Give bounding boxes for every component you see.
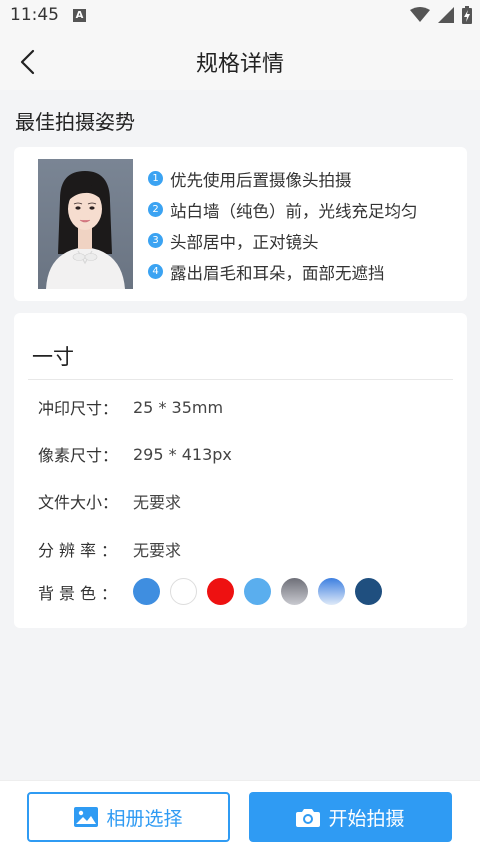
album-select-label: 相册选择 bbox=[106, 807, 183, 830]
tip-item: 2 站白墙（纯色）前，光线充足均匀 bbox=[148, 194, 418, 225]
section-title: 最佳拍摄姿势 bbox=[15, 110, 135, 134]
tip-item: 3 头部居中，正对镜头 bbox=[148, 225, 418, 256]
tip-text: 头部居中，正对镜头 bbox=[170, 232, 319, 252]
start-shooting-button[interactable]: 开始拍摄 bbox=[249, 792, 452, 842]
image-icon bbox=[74, 807, 99, 827]
status-time: 11:45 bbox=[10, 5, 59, 25]
bottom-action-bar: 相册选择 开始拍摄 bbox=[0, 780, 480, 853]
background-color-swatches bbox=[133, 578, 382, 605]
spec-label: 冲印尺寸： bbox=[38, 399, 119, 418]
spec-label: 文件大小： bbox=[38, 493, 119, 512]
spec-card: 一寸 冲印尺寸： 25 * 35mm 像素尺寸： 295 * 413px 文件大… bbox=[14, 313, 467, 628]
spec-label: 像素尺寸： bbox=[38, 446, 119, 465]
tip-number-badge: 3 bbox=[148, 233, 163, 248]
color-swatch-red[interactable] bbox=[207, 578, 234, 605]
spec-label: 分辨率： bbox=[38, 541, 123, 560]
tip-item: 1 优先使用后置摄像头拍摄 bbox=[148, 163, 418, 194]
tip-number-badge: 4 bbox=[148, 264, 163, 279]
tip-item: 4 露出眉毛和耳朵，面部无遮挡 bbox=[148, 256, 418, 287]
color-swatch-light-blue[interactable] bbox=[244, 578, 271, 605]
tip-text: 露出眉毛和耳朵，面部无遮挡 bbox=[170, 263, 385, 283]
pose-card: 1 优先使用后置摄像头拍摄 2 站白墙（纯色）前，光线充足均匀 3 头部居中，正… bbox=[14, 147, 467, 301]
camera-icon bbox=[296, 809, 321, 827]
page-title: 规格详情 bbox=[195, 52, 284, 77]
tip-number-badge: 2 bbox=[148, 202, 163, 217]
spec-value: 25 * 35mm bbox=[133, 397, 224, 417]
battery-icon bbox=[462, 6, 472, 24]
tip-text: 优先使用后置摄像头拍摄 bbox=[170, 170, 352, 190]
color-swatch-dark-blue[interactable] bbox=[355, 578, 382, 605]
spec-label: 背景色： bbox=[38, 583, 123, 603]
sample-portrait-photo bbox=[38, 159, 133, 289]
spec-title: 一寸 bbox=[32, 345, 74, 369]
wifi-icon bbox=[410, 7, 430, 22]
signal-icon bbox=[438, 7, 454, 23]
tip-text: 站白墙（纯色）前，光线充足均匀 bbox=[170, 201, 418, 221]
spec-row-background: 背景色： bbox=[38, 578, 382, 605]
pose-tips-list: 1 优先使用后置摄像头拍摄 2 站白墙（纯色）前，光线充足均匀 3 头部居中，正… bbox=[148, 163, 418, 287]
divider bbox=[28, 379, 453, 380]
spec-value: 无要求 bbox=[133, 493, 182, 512]
nav-bar: 规格详情 bbox=[0, 34, 480, 90]
spec-value: 无要求 bbox=[133, 541, 182, 560]
album-select-button[interactable]: 相册选择 bbox=[27, 792, 230, 842]
spec-row-file-size: 文件大小： 无要求 bbox=[38, 489, 181, 513]
status-icons bbox=[410, 6, 472, 24]
color-swatch-white[interactable] bbox=[170, 578, 197, 605]
spec-row-pixel-size: 像素尺寸： 295 * 413px bbox=[38, 442, 232, 466]
status-bar: 11:45 A bbox=[0, 0, 480, 34]
spec-value: 295 * 413px bbox=[133, 444, 232, 464]
color-swatch-gray-gradient[interactable] bbox=[281, 578, 308, 605]
spec-row-print-size: 冲印尺寸： 25 * 35mm bbox=[38, 395, 223, 419]
color-swatch-blue-gradient[interactable] bbox=[318, 578, 345, 605]
tip-number-badge: 1 bbox=[148, 171, 163, 186]
start-shooting-label: 开始拍摄 bbox=[328, 807, 405, 830]
notification-icon: A bbox=[73, 9, 86, 22]
color-swatch-blue[interactable] bbox=[133, 578, 160, 605]
spec-row-resolution: 分辨率： 无要求 bbox=[38, 537, 181, 561]
